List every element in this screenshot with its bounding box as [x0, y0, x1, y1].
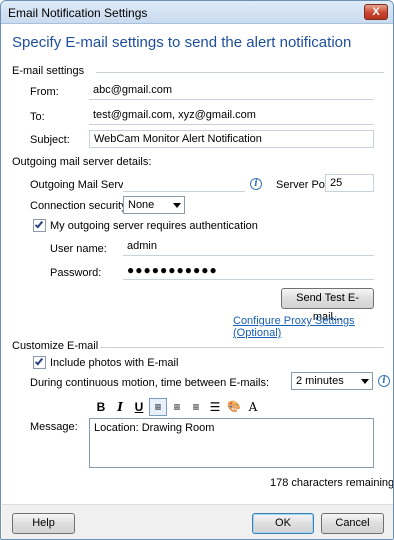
align-right-button[interactable]: ≡: [187, 398, 205, 416]
from-label: From:: [30, 86, 59, 98]
section-divider: [100, 347, 384, 348]
mail-server-label: Outgoing Mail Server:: [30, 179, 137, 191]
password-label: Password:: [50, 267, 102, 279]
section-divider: [96, 72, 384, 73]
subject-field[interactable]: WebCam Monitor Alert Notification: [89, 130, 374, 148]
bullet-list-button[interactable]: ☰: [206, 398, 224, 416]
checkmark-icon: [34, 356, 44, 366]
info-icon[interactable]: i: [250, 178, 262, 190]
auth-checkbox[interactable]: [33, 219, 46, 232]
email-notification-dialog: Email Notification Settings X Specify E-…: [0, 0, 394, 540]
underline-button[interactable]: U: [130, 398, 148, 416]
customize-section-label: Customize E-mail: [12, 340, 99, 352]
chevron-down-icon: [173, 203, 181, 208]
dialog-content: Specify E-mail settings to send the aler…: [2, 24, 394, 504]
proxy-settings-link[interactable]: Configure Proxy Settings (Optional): [233, 315, 393, 339]
username-field[interactable]: admin: [123, 238, 374, 256]
italic-button[interactable]: I: [111, 398, 129, 416]
page-title: Specify E-mail settings to send the aler…: [12, 34, 352, 51]
cancel-button[interactable]: Cancel: [321, 513, 384, 534]
title-bar: Email Notification Settings X: [1, 1, 393, 24]
to-field[interactable]: test@gmail.com, xyz@gmail.com: [89, 107, 374, 125]
to-label: To:: [30, 111, 45, 123]
connection-security-select[interactable]: None: [123, 196, 185, 214]
font-color-button[interactable]: 🎨: [225, 398, 243, 416]
checkmark-icon: [34, 219, 44, 229]
close-button[interactable]: X: [364, 4, 388, 20]
server-port-field[interactable]: 25: [325, 174, 374, 192]
from-field[interactable]: abc@gmail.com: [89, 82, 374, 100]
dialog-footer: Help OK Cancel: [2, 504, 393, 539]
ok-button[interactable]: OK: [252, 513, 314, 534]
subject-label: Subject:: [30, 134, 70, 146]
mail-server-field[interactable]: [123, 174, 245, 192]
interval-value: 2 minutes: [296, 375, 344, 387]
chevron-down-icon: [361, 379, 369, 384]
connection-security-value: None: [128, 199, 155, 211]
interval-label: During continuous motion, time between E…: [30, 377, 270, 389]
include-photos-checkbox[interactable]: [33, 356, 46, 369]
auth-checkbox-label: My outgoing server requires authenticati…: [50, 220, 258, 232]
password-field[interactable]: ●●●●●●●●●●●: [123, 262, 374, 280]
bold-button[interactable]: B: [92, 398, 110, 416]
info-icon[interactable]: i: [378, 375, 390, 387]
send-test-email-button[interactable]: Send Test E-mail...: [281, 288, 374, 323]
interval-select[interactable]: 2 minutes: [291, 372, 373, 390]
username-label: User name:: [50, 243, 107, 255]
connection-security-label: Connection security:: [30, 200, 130, 212]
email-settings-section-label: E-mail settings: [12, 65, 85, 77]
message-editor[interactable]: Location: Drawing Room: [89, 418, 374, 468]
align-left-button[interactable]: ≡: [149, 398, 167, 416]
server-section-label: Outgoing mail server details:: [12, 156, 152, 168]
include-photos-label: Include photos with E-mail: [50, 357, 179, 369]
message-label: Message:: [30, 421, 78, 433]
chars-remaining: 178 characters remaining: [270, 477, 394, 489]
font-button[interactable]: A: [244, 398, 262, 416]
align-center-button[interactable]: ≡: [168, 398, 186, 416]
window-title: Email Notification Settings: [8, 6, 148, 20]
help-button[interactable]: Help: [12, 513, 75, 534]
